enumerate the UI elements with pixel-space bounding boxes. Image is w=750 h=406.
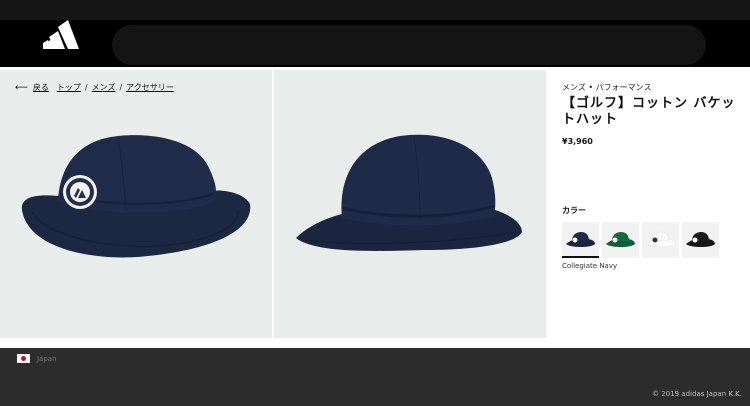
selected-color-name: Collegiate Navy	[562, 262, 618, 270]
breadcrumb-separator: /	[119, 83, 123, 92]
site-header	[0, 0, 750, 67]
color-label: カラー	[562, 206, 586, 215]
swatch-green-hat-icon	[606, 232, 635, 247]
swatch-white[interactable]	[642, 222, 679, 258]
swatch-navy[interactable]	[562, 222, 599, 258]
site-footer: Japan © 2019 adidas Japan K.K.	[0, 348, 750, 406]
swatch-black-hat-icon	[686, 232, 715, 247]
breadcrumb-top[interactable]: トップ	[57, 82, 81, 93]
japan-flag-icon[interactable]	[17, 354, 30, 363]
breadcrumb: ⟵ 戻る トップ / メンズ / アクセサリー	[15, 82, 174, 93]
bucket-hat-front-image	[21, 135, 251, 258]
breadcrumb-mens[interactable]: メンズ	[92, 82, 116, 93]
bucket-hat-side-image	[296, 134, 522, 251]
adidas-logo-icon[interactable]	[43, 18, 95, 50]
swatch-navy-hat-icon	[566, 232, 595, 247]
search-bar[interactable]	[112, 25, 706, 65]
product-title: 【ゴルフ】コットン バケットハット	[562, 96, 736, 127]
color-swatches	[562, 222, 719, 258]
back-link[interactable]: 戻る	[33, 82, 49, 93]
swatch-black[interactable]	[682, 222, 719, 258]
product-category: メンズ • パフォーマンス	[562, 83, 652, 92]
product-price: ¥3,960	[562, 137, 593, 146]
swatch-green[interactable]	[602, 222, 639, 258]
breadcrumb-accessories[interactable]: アクセサリー	[126, 82, 174, 93]
copyright-text: © 2019 adidas Japan K.K.	[652, 390, 742, 398]
country-selector[interactable]: Japan	[37, 355, 57, 363]
product-gallery: ⟵ 戻る トップ / メンズ / アクセサリー	[0, 70, 546, 338]
breadcrumb-separator: /	[84, 83, 88, 92]
swatch-white-hat-icon	[645, 231, 676, 248]
back-arrow-icon[interactable]: ⟵	[15, 83, 28, 93]
gallery-image-front[interactable]	[0, 70, 272, 338]
gallery-image-side[interactable]	[274, 70, 546, 338]
